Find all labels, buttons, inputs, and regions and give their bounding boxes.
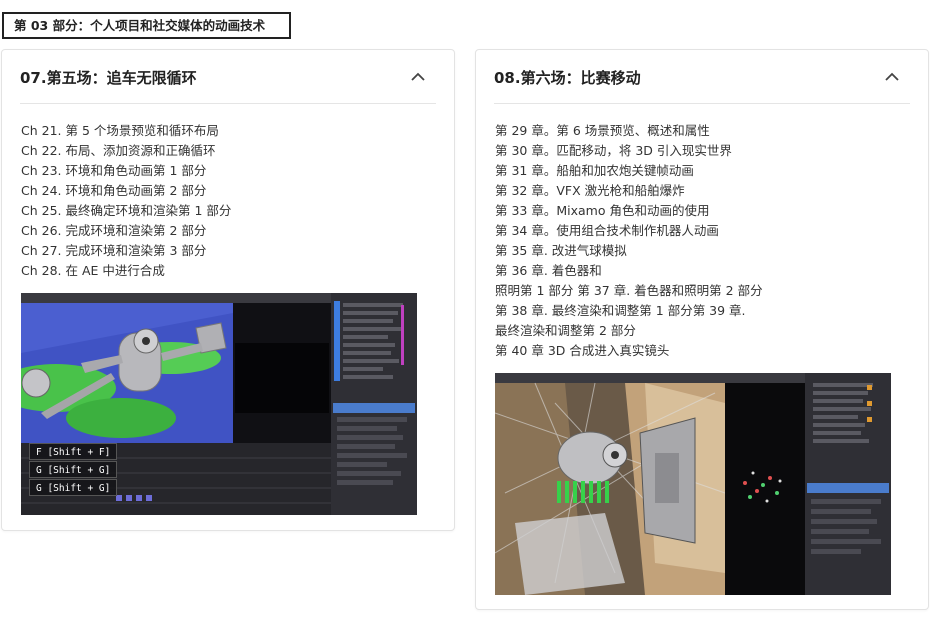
chapter-item: 第 31 章。船舶和加农炮关键帧动画	[495, 163, 694, 178]
shortcut-hint: G [Shift + G]	[29, 479, 118, 496]
card-header[interactable]: 08.第六场：比赛移动	[494, 50, 910, 104]
chapter-item: 第 35 章. 改进气球模拟	[495, 243, 627, 258]
shortcut-hint: F [Shift + F]	[29, 443, 118, 460]
chapter-item: 照明第 1 部分 第 37 章. 着色器和照明第 2 部分	[495, 283, 763, 298]
chapter-item: 第 40 章 3D 合成进入真实镜头	[495, 343, 670, 358]
chevron-up-icon[interactable]	[884, 69, 900, 85]
chapter-item: 第 30 章。匹配移动，将 3D 引入现实世界	[495, 143, 732, 158]
chapter-item: 第 36 章. 着色器和	[495, 263, 602, 278]
chapter-item: Ch 24. 环境和角色动画第 2 部分	[21, 183, 207, 198]
chevron-up-icon[interactable]	[410, 69, 426, 85]
chapter-item: 第 33 章。Mixamo 角色和动画的使用	[495, 203, 710, 218]
chapter-card-scene-5: 07.第五场：追车无限循环 Ch 21. 第 5 个场景预览和循环布局 Ch 2…	[1, 49, 455, 531]
chapter-item: Ch 25. 最终确定环境和渲染第 1 部分	[21, 203, 232, 218]
scene-6-preview-image	[495, 373, 891, 595]
chapter-item: 第 34 章。使用组合技术制作机器人动画	[495, 223, 719, 238]
chapter-card-scene-6: 08.第六场：比赛移动 第 29 章。第 6 场景预览、概述和属性 第 30 章…	[475, 49, 929, 610]
card-title: 08.第六场：比赛移动	[494, 69, 641, 87]
chapter-item: Ch 27. 完成环境和渲染第 3 部分	[21, 243, 207, 258]
chapter-list: Ch 21. 第 5 个场景预览和循环布局 Ch 22. 布局、添加资源和正确循…	[21, 121, 231, 281]
chapter-item: 第 32 章。VFX 激光枪和船舶爆炸	[495, 183, 685, 198]
chapter-item: 最终渲染和调整第 2 部分	[495, 323, 636, 338]
chapter-list: 第 29 章。第 6 场景预览、概述和属性 第 30 章。匹配移动，将 3D 引…	[495, 121, 763, 361]
scene-5-preview-image: F [Shift + F] G [Shift + G] G [Shift + G…	[21, 293, 417, 515]
chapter-item: 第 29 章。第 6 场景预览、概述和属性	[495, 123, 710, 138]
chapter-item: Ch 28. 在 AE 中进行合成	[21, 263, 165, 278]
card-title: 07.第五场：追车无限循环	[20, 69, 197, 87]
card-header[interactable]: 07.第五场：追车无限循环	[20, 50, 436, 104]
chapter-item: Ch 23. 环境和角色动画第 1 部分	[21, 163, 207, 178]
chapter-item: 第 38 章. 最终渲染和调整第 1 部分第 39 章.	[495, 303, 746, 318]
chapter-item: Ch 26. 完成环境和渲染第 2 部分	[21, 223, 207, 238]
chapter-item: Ch 21. 第 5 个场景预览和循环布局	[21, 123, 219, 138]
section-label: 第 03 部分：个人项目和社交媒体的动画技术	[2, 12, 291, 39]
shortcut-hint: G [Shift + G]	[29, 461, 118, 478]
chapter-item: Ch 22. 布局、添加资源和正确循环	[21, 143, 216, 158]
